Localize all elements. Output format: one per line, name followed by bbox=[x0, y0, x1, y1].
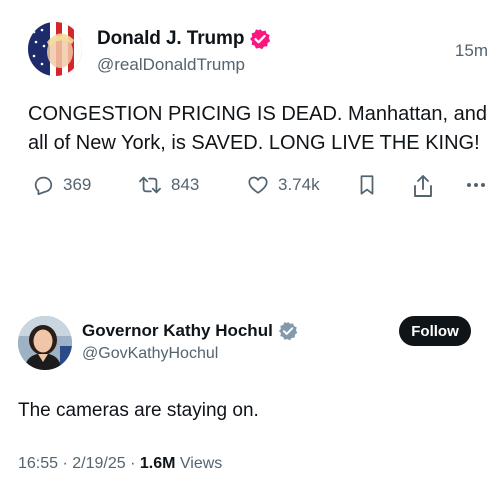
post1-handle[interactable]: @realDonaldTrump bbox=[97, 55, 245, 75]
avatar-hochul[interactable] bbox=[18, 316, 72, 370]
post1-time[interactable]: 15m bbox=[455, 41, 488, 61]
reply-icon bbox=[34, 176, 53, 196]
like-button[interactable]: 3.74k bbox=[247, 174, 320, 196]
like-count: 3.74k bbox=[278, 175, 320, 194]
more-options-button[interactable] bbox=[466, 174, 486, 196]
post1-action-bar: 369 843 3.74k bbox=[28, 174, 488, 200]
reply-count: 369 bbox=[63, 175, 92, 194]
more-icon bbox=[467, 183, 485, 187]
bookmark-button[interactable] bbox=[358, 174, 376, 196]
reply-button[interactable]: 369 bbox=[32, 174, 91, 196]
post1-display-name[interactable]: Donald J. Trump bbox=[97, 28, 244, 50]
post2-author[interactable]: Governor Kathy Hochul bbox=[82, 321, 298, 341]
heart-icon bbox=[248, 176, 268, 194]
follow-button[interactable]: Follow bbox=[399, 316, 471, 346]
repost-count: 843 bbox=[171, 175, 200, 194]
bookmark-icon bbox=[360, 175, 374, 195]
verified-badge-icon bbox=[278, 321, 298, 341]
post2-handle[interactable]: @GovKathyHochul bbox=[82, 345, 218, 363]
repost-button[interactable]: 843 bbox=[138, 174, 199, 196]
post1-text: CONGESTION PRICING IS DEAD. Manhattan, a… bbox=[28, 103, 488, 154]
post2-views-count: 1.6M bbox=[139, 455, 176, 472]
post2-text: The cameras are staying on. bbox=[18, 400, 259, 421]
post2-timestamp[interactable]: 16:55 · 2/19/25 · bbox=[18, 455, 140, 472]
repost-icon bbox=[139, 176, 161, 194]
verified-badge-icon bbox=[249, 28, 271, 50]
post2-views-label: Views bbox=[175, 455, 223, 472]
post1-author[interactable]: Donald J. Trump bbox=[97, 28, 271, 50]
post2-display-name[interactable]: Governor Kathy Hochul bbox=[82, 321, 273, 341]
share-button[interactable] bbox=[413, 174, 433, 198]
post2-meta: 16:55 · 2/19/25 · 1.6M Views bbox=[18, 455, 222, 473]
share-icon bbox=[414, 175, 432, 197]
avatar-trump[interactable] bbox=[28, 22, 82, 76]
